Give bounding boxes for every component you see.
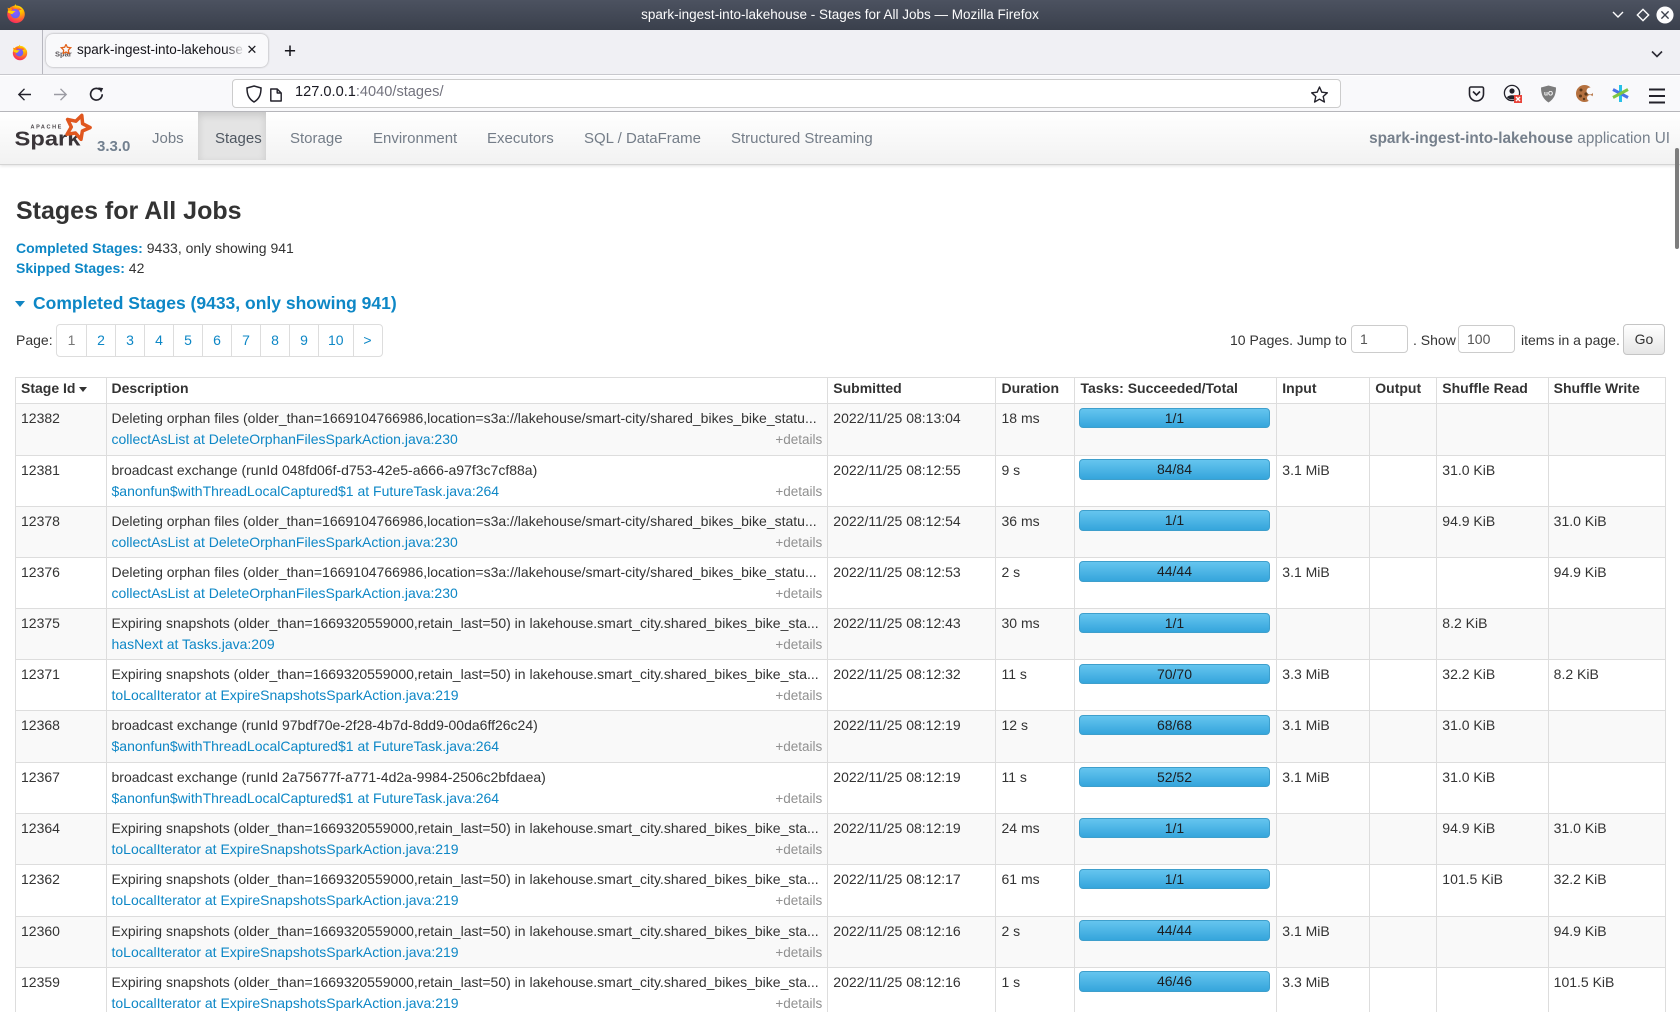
svg-text:APACHE: APACHE: [31, 125, 63, 131]
svg-text:uO: uO: [1544, 91, 1553, 98]
